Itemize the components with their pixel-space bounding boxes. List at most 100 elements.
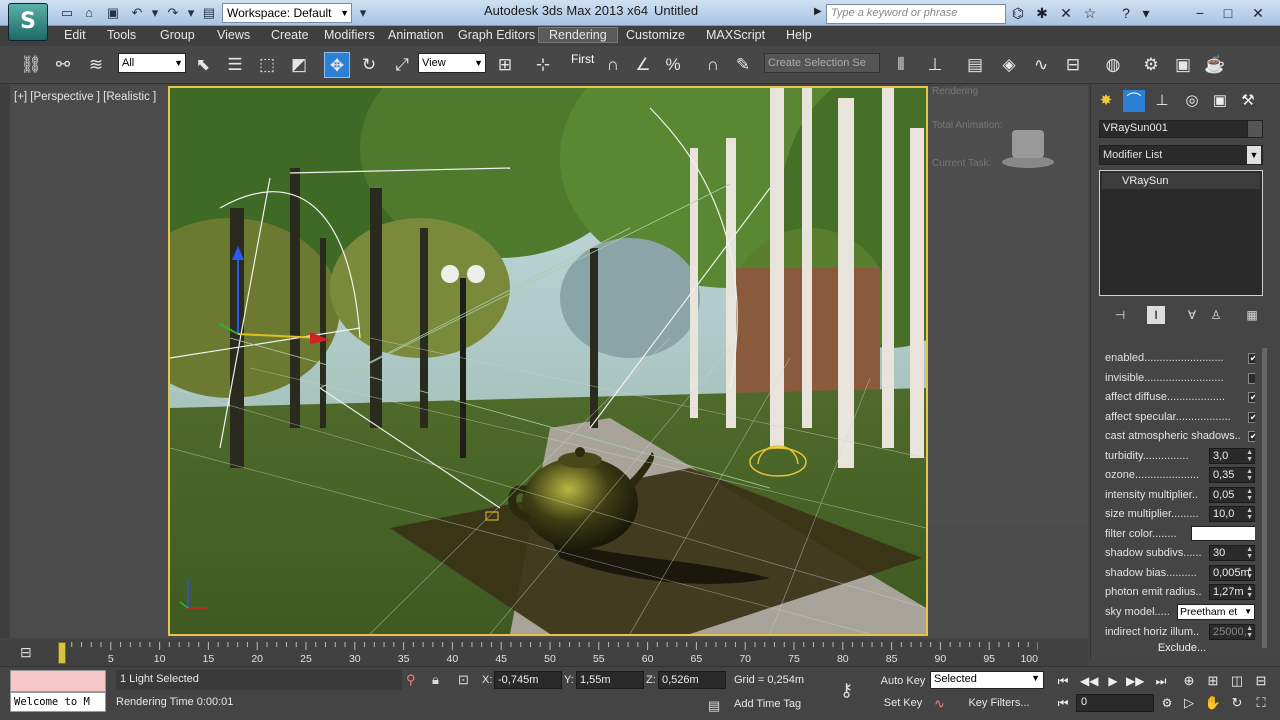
save-file-icon[interactable]: ▣ (104, 4, 122, 22)
time-slider-thumb[interactable] (58, 642, 66, 664)
pivot-center-icon[interactable]: ⊞ (492, 52, 518, 78)
create-tab-icon[interactable]: ✸ (1095, 90, 1117, 112)
menu-graph-editors[interactable]: Graph Editors (458, 28, 535, 42)
maximize-viewport-icon[interactable]: ⛶ (1252, 694, 1270, 712)
percent-snap-icon[interactable]: % (660, 52, 686, 78)
open-file-icon[interactable]: ⌂ (80, 4, 98, 22)
hierarchy-tab-icon[interactable]: ⊥ (1151, 90, 1173, 112)
maximize-icon[interactable]: □ (1218, 3, 1238, 23)
add-time-tag-button[interactable]: Add Time Tag (734, 698, 801, 710)
render-setup-icon[interactable]: ⚙ (1138, 52, 1164, 78)
menu-help[interactable]: Help (786, 28, 812, 42)
app-logo-button[interactable]: S (8, 3, 48, 41)
spinner-arrows-icon[interactable]: ▲ ▼ (1246, 566, 1253, 580)
motion-tab-icon[interactable]: ◎ (1181, 90, 1203, 112)
open-mini-curve-editor-icon[interactable]: ⊟ (20, 644, 32, 661)
align-icon[interactable]: ⊥ (922, 52, 948, 78)
menu-rendering[interactable]: Rendering (538, 27, 618, 43)
menu-modifiers[interactable]: Modifiers (324, 28, 375, 42)
reference-coordinate-dropdown[interactable]: View ▼ (418, 53, 486, 73)
cast-atmospheric-shadows-checkbox[interactable]: ✔ (1248, 431, 1255, 442)
schematic-view-icon[interactable]: ⊟ (1060, 52, 1086, 78)
named-selection-set-dropdown[interactable]: Create Selection Se (764, 53, 880, 73)
bind-space-warp-icon[interactable]: ≋ (83, 52, 109, 78)
zoom-extents-all-icon[interactable]: ⊟ (1252, 672, 1270, 690)
object-name-field[interactable]: VRaySun001 (1099, 120, 1249, 138)
curve-editor-icon[interactable]: ∿ (1028, 52, 1054, 78)
maxscript-listener-output[interactable] (10, 670, 106, 692)
mirror-icon[interactable]: ⫴ (888, 52, 914, 78)
search-expand-icon[interactable]: ▶ (814, 6, 822, 17)
field-of-view-icon[interactable]: ▷ (1180, 694, 1198, 712)
zoom-extents-icon[interactable]: ◫ (1228, 672, 1246, 690)
next-frame-icon[interactable]: ▶▶ (1126, 672, 1144, 690)
binoculars-icon[interactable]: ⌬ (1008, 3, 1028, 23)
x-coordinate-field[interactable]: -0,745m (494, 671, 562, 689)
go-to-end-icon[interactable]: ⏭ (1152, 672, 1170, 690)
pan-view-icon[interactable]: ✋ (1204, 694, 1222, 712)
undo-icon[interactable]: ↶ (128, 4, 146, 22)
favorites-star-icon[interactable]: ☆ (1080, 3, 1100, 23)
previous-frame-icon[interactable]: ◀◀ (1080, 672, 1098, 690)
select-by-name-icon[interactable]: ☰ (222, 52, 248, 78)
time-configuration-icon[interactable]: ⚙ (1158, 694, 1176, 712)
exclude-button[interactable]: Exclude... (1137, 642, 1227, 658)
sky-model-dropdown[interactable]: Preetham et ▼ (1177, 604, 1255, 620)
y-coordinate-field[interactable]: 1,55m (576, 671, 644, 689)
menu-tools[interactable]: Tools (107, 28, 136, 42)
spinner-arrows-icon[interactable]: ▲ ▼ (1246, 468, 1253, 482)
filter-color-swatch[interactable] (1191, 526, 1255, 541)
spinner-arrows-icon[interactable]: ▲ ▼ (1246, 488, 1253, 502)
rendered-frame-window-icon[interactable]: ▣ (1170, 52, 1196, 78)
size-multiplier-spinner[interactable]: 10,0 ▲ ▼ (1209, 506, 1255, 522)
modifier-list-dropdown[interactable]: Modifier List ▼ (1099, 145, 1263, 165)
maxscript-listener-input[interactable]: Welcome to M (10, 692, 106, 712)
remove-modifier-icon[interactable]: ♙ (1207, 306, 1225, 324)
menu-maxscript[interactable]: MAXScript (706, 28, 765, 42)
spinner-arrows-icon[interactable]: ▲ ▼ (1246, 625, 1253, 639)
workspace-dropdown[interactable]: Workspace: Default ▼ (222, 3, 352, 23)
redo-icon[interactable]: ↷ (164, 4, 182, 22)
unlink-icon[interactable]: ⚯ (50, 52, 76, 78)
invisible-checkbox[interactable] (1248, 373, 1255, 384)
affect-specular-checkbox[interactable]: ✔ (1248, 412, 1255, 423)
new-file-icon[interactable]: ▭ (58, 4, 76, 22)
track-bar-ruler[interactable]: 5 10 15 20 25 30 35 40 45 50 55 60 65 70 75 80 85 90 95 100 (62, 638, 1038, 666)
render-production-icon[interactable]: ☕ (1202, 52, 1228, 78)
configure-sets-icon[interactable]: ▦ (1243, 306, 1261, 324)
communication-center-icon[interactable]: ✕ (1056, 3, 1076, 23)
affect-diffuse-checkbox[interactable]: ✔ (1248, 392, 1255, 403)
menu-edit[interactable]: Edit (64, 28, 86, 42)
menu-customize[interactable]: Customize (626, 28, 685, 42)
search-input[interactable]: Type a keyword or phrase (826, 4, 1006, 24)
spinner-arrows-icon[interactable]: ▲ ▼ (1246, 507, 1253, 521)
spinner-snap-icon[interactable]: ∩ (700, 52, 726, 78)
set-key-button[interactable]: Set Key (878, 693, 928, 713)
redo-dropdown-icon[interactable]: ▾ (182, 4, 200, 22)
select-manipulate-icon[interactable]: ⊹ (530, 52, 556, 78)
isolate-selection-icon[interactable]: ⚲ (406, 672, 416, 688)
material-editor-icon[interactable]: ◍ (1100, 52, 1126, 78)
photon-emit-radius-spinner[interactable]: 1,27m ▲ ▼ (1209, 584, 1255, 600)
subscription-icon[interactable]: ✱ (1032, 3, 1052, 23)
snaps-toggle-icon[interactable]: ∩ (600, 52, 626, 78)
selection-lock-icon[interactable]: 🔒︎ (432, 672, 439, 688)
window-crossing-icon[interactable]: ◩ (286, 52, 312, 78)
undo-dropdown-icon[interactable]: ▾ (146, 4, 164, 22)
enabled-checkbox[interactable]: ✔ (1248, 353, 1255, 364)
rectangular-selection-icon[interactable]: ⬚ (254, 52, 280, 78)
menu-group[interactable]: Group (160, 28, 195, 42)
angle-snap-icon[interactable]: ∠ (630, 52, 656, 78)
go-to-start-icon[interactable]: ⏮ (1054, 672, 1072, 690)
make-unique-icon[interactable]: ∀ (1183, 306, 1201, 324)
key-selection-dropdown[interactable]: Selected ▼ (930, 671, 1044, 689)
key-mode-icon[interactable]: ∿ (934, 696, 945, 712)
viewport-label-menu[interactable]: [+] [Perspective ] [Realistic ] (14, 91, 156, 103)
minimize-icon[interactable]: − (1190, 3, 1210, 23)
indirect-horiz-illum-spinner[interactable]: 25000, ▲ ▼ (1209, 624, 1255, 640)
auto-key-button[interactable]: Auto Key (878, 671, 928, 691)
play-icon[interactable]: ▶ (1104, 672, 1122, 690)
modify-tab-icon[interactable]: ⌒ (1123, 90, 1145, 112)
zoom-all-icon[interactable]: ⊞ (1204, 672, 1222, 690)
spinner-arrows-icon[interactable]: ▲ ▼ (1246, 585, 1253, 599)
